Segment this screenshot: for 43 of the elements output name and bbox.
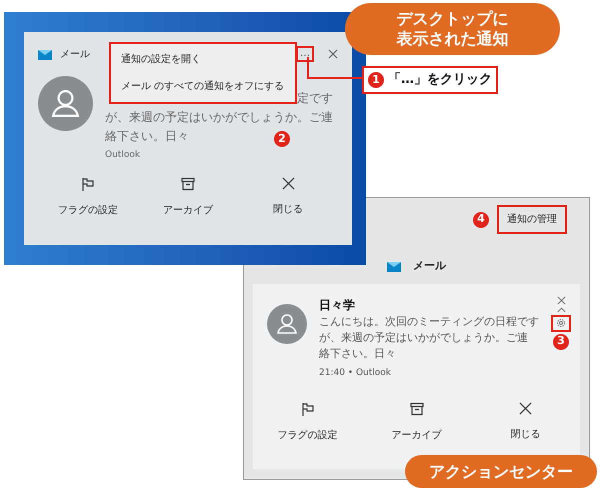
action-button[interactable]: フラグの設定	[262, 402, 352, 443]
message-line: が、来週の予定はいかがでしょうか。ご連	[105, 109, 333, 126]
message-line: 絡下さい。日々	[105, 128, 189, 145]
action-button[interactable]: アーカイブ	[143, 176, 233, 218]
app-name: メール	[413, 258, 446, 274]
source-label: Outlook	[105, 149, 142, 162]
action-button[interactable]: アーカイブ	[372, 402, 462, 443]
step-badge: 2	[274, 131, 290, 147]
message-line: こんにちは。次回のミーティングの日程です	[319, 314, 539, 330]
close-icon[interactable]	[556, 296, 566, 304]
close-icon	[519, 402, 532, 415]
sender-name: 日々学	[319, 296, 356, 314]
action-button[interactable]: フラグの設定	[43, 176, 133, 218]
avatar-icon	[267, 304, 307, 344]
close-icon[interactable]	[328, 49, 338, 59]
caption-line: 表示された通知	[396, 29, 508, 49]
step-text: 「…」をクリック	[388, 71, 492, 89]
close-icon	[282, 176, 294, 190]
collapse-icon[interactable]	[556, 306, 566, 312]
step-badge: 4	[473, 212, 489, 228]
message-line: 絡下さい。日々	[319, 346, 397, 362]
manage-notifications-button[interactable]: 通知の管理	[497, 205, 567, 234]
avatar-icon	[38, 76, 93, 131]
caption-label: アクションセンター	[405, 455, 597, 488]
message-line: 定です	[297, 90, 333, 107]
message-line: が、来週の予定はいかがでしょうか。ご連	[319, 330, 529, 346]
app-name: メール	[60, 48, 90, 62]
archive-icon	[181, 176, 195, 190]
action-button[interactable]: 閉じる	[480, 402, 570, 443]
mail-icon	[38, 48, 52, 60]
mail-icon	[387, 260, 401, 272]
settings-button[interactable]	[551, 314, 571, 332]
step-badge: 1	[368, 72, 384, 88]
menu-item[interactable]: 通知の設定を開く	[111, 49, 211, 70]
flag-icon	[300, 402, 314, 416]
flag-icon	[81, 176, 95, 190]
archive-icon	[410, 402, 424, 416]
settings-icon	[556, 318, 566, 328]
caption-line: デスクトップに	[396, 9, 508, 29]
step-badge: 3	[553, 334, 569, 350]
action-button[interactable]: 閉じる	[243, 176, 333, 218]
timestamp: 21:40 • Outlook	[319, 366, 392, 380]
menu-item[interactable]: メール のすべての通知をオフにする	[111, 76, 294, 97]
